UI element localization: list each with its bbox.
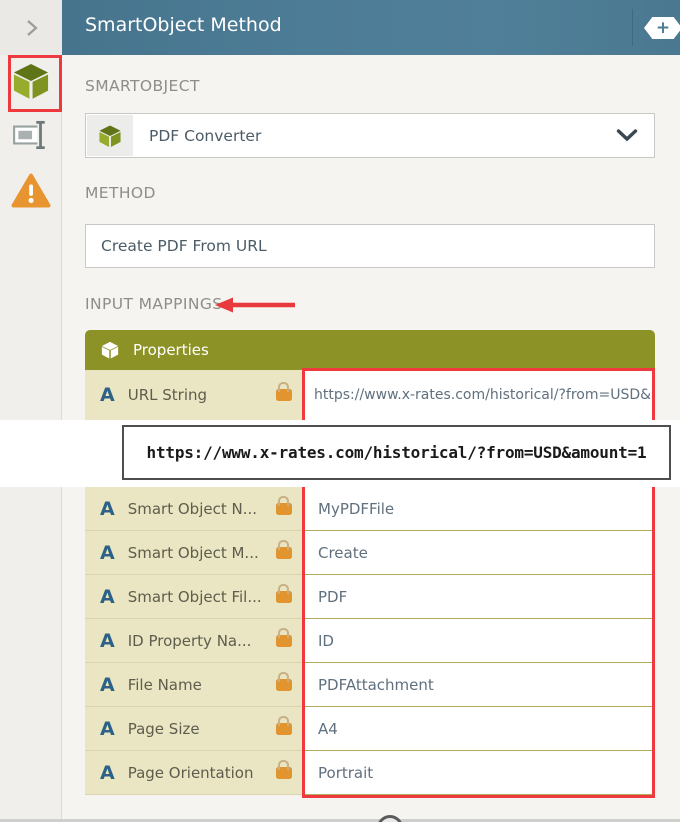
annotation-strip: https://www.x-rates.com/historical/?from…	[0, 420, 680, 487]
property-value: PDF	[318, 587, 348, 606]
annotation-arrow-icon	[215, 297, 295, 313]
method-value: Create PDF From URL	[101, 237, 267, 255]
smartobject-method-panel: SmartObject Method + SMARTOBJECT PDF Con…	[0, 0, 680, 822]
property-value-cell[interactable]: ID	[305, 619, 655, 663]
property-label-cell[interactable]: A Smart Object M...	[85, 531, 305, 575]
sidebar-item-smartobject[interactable]	[0, 60, 62, 102]
property-label: Smart Object Fil...	[127, 587, 262, 606]
property-value: PDFAttachment	[318, 675, 434, 694]
method-section-label: METHOD	[85, 184, 156, 202]
text-type-icon: A	[100, 541, 115, 564]
header-divider	[632, 9, 633, 46]
property-label: URL String	[127, 386, 208, 404]
cube-icon	[100, 340, 120, 360]
properties-table-title: Properties	[133, 341, 209, 359]
table-row: A URL String https://www.x-rates.com/his…	[85, 370, 655, 420]
page-title: SmartObject Method	[85, 14, 282, 36]
property-label: File Name	[127, 675, 202, 694]
smartobject-section-label: SMARTOBJECT	[85, 77, 200, 95]
lock-icon	[276, 759, 292, 779]
property-label-cell[interactable]: A Page Orientation	[85, 751, 305, 795]
property-value-cell[interactable]: PDF	[305, 575, 655, 619]
text-type-icon: A	[100, 629, 115, 652]
chevron-right-icon	[27, 19, 38, 36]
text-type-icon: A	[100, 761, 115, 784]
sidebar-item-warnings[interactable]	[0, 172, 62, 210]
property-label-cell[interactable]: A Smart Object Fil...	[85, 575, 305, 619]
table-row: A File Name PDFAttachment	[85, 663, 655, 707]
property-value: ID	[318, 631, 334, 650]
chevron-down-icon	[616, 129, 638, 142]
property-value-cell[interactable]: PDFAttachment	[305, 663, 655, 707]
text-type-icon: A	[100, 717, 115, 740]
property-value: Create	[318, 543, 368, 562]
table-row: A Page Orientation Portrait	[85, 751, 655, 795]
lock-icon	[276, 382, 292, 401]
url-callout: https://www.x-rates.com/historical/?from…	[122, 425, 671, 480]
property-label: ID Property Na...	[127, 631, 252, 650]
property-label-cell[interactable]: A File Name	[85, 663, 305, 707]
table-row: A ID Property Na... ID	[85, 619, 655, 663]
property-value-cell[interactable]: MyPDFFile	[305, 487, 655, 531]
property-value-cell[interactable]: Portrait	[305, 751, 655, 795]
property-label: Smart Object M...	[127, 543, 259, 562]
cube-icon	[99, 124, 121, 147]
properties-rows: A Smart Object N... MyPDFFile A Smart Ob…	[85, 487, 655, 795]
text-type-icon: A	[100, 585, 115, 608]
plus-icon: +	[655, 18, 671, 38]
rename-icon	[13, 120, 45, 150]
properties-table-header: Properties	[85, 330, 655, 370]
property-label: Page Orientation	[127, 763, 254, 782]
property-label: Page Size	[127, 719, 200, 738]
input-mappings-section-label: INPUT MAPPINGS	[85, 295, 223, 313]
smartobject-dropdown-iconbox	[87, 115, 133, 156]
table-row: A Page Size A4	[85, 707, 655, 751]
text-type-icon: A	[100, 673, 115, 696]
property-value: A4	[318, 719, 338, 738]
lock-icon	[276, 715, 292, 735]
warning-icon	[11, 173, 51, 208]
panel-header: SmartObject Method +	[62, 0, 680, 55]
property-value: https://www.x-rates.com/historical/?from…	[314, 387, 655, 403]
table-row: A Smart Object N... MyPDFFile	[85, 487, 655, 531]
property-value-cell[interactable]: A4	[305, 707, 655, 751]
scroll-indicator[interactable]	[377, 815, 403, 822]
lock-icon	[276, 671, 292, 691]
lock-icon	[276, 627, 292, 647]
collapse-panel-button[interactable]	[0, 0, 62, 55]
smartobject-dropdown[interactable]: PDF Converter	[85, 113, 655, 158]
text-type-icon: A	[100, 497, 115, 520]
table-row: A Smart Object Fil... PDF	[85, 575, 655, 619]
lock-icon	[276, 495, 292, 515]
property-value: Portrait	[318, 763, 374, 782]
sidebar-item-rename[interactable]	[0, 118, 62, 152]
table-row: A Smart Object M... Create	[85, 531, 655, 575]
method-field[interactable]: Create PDF From URL	[85, 224, 655, 268]
url-callout-text: https://www.x-rates.com/historical/?from…	[146, 443, 647, 462]
property-label-cell[interactable]: A ID Property Na...	[85, 619, 305, 663]
tool-sidebar	[0, 0, 62, 822]
smartobject-selected-value: PDF Converter	[149, 126, 262, 145]
property-label: Smart Object N...	[127, 499, 258, 518]
property-value: MyPDFFile	[318, 499, 395, 518]
property-label-cell[interactable]: A Smart Object N...	[85, 487, 305, 531]
property-label-cell[interactable]: A URL String	[85, 370, 305, 420]
property-value-cell[interactable]: https://www.x-rates.com/historical/?from…	[305, 370, 655, 420]
lock-icon	[276, 583, 292, 603]
add-button[interactable]: +	[644, 17, 680, 39]
text-type-icon: A	[100, 384, 115, 406]
cube-icon	[13, 63, 49, 99]
lock-icon	[276, 539, 292, 559]
property-label-cell[interactable]: A Page Size	[85, 707, 305, 751]
property-value-cell[interactable]: Create	[305, 531, 655, 575]
